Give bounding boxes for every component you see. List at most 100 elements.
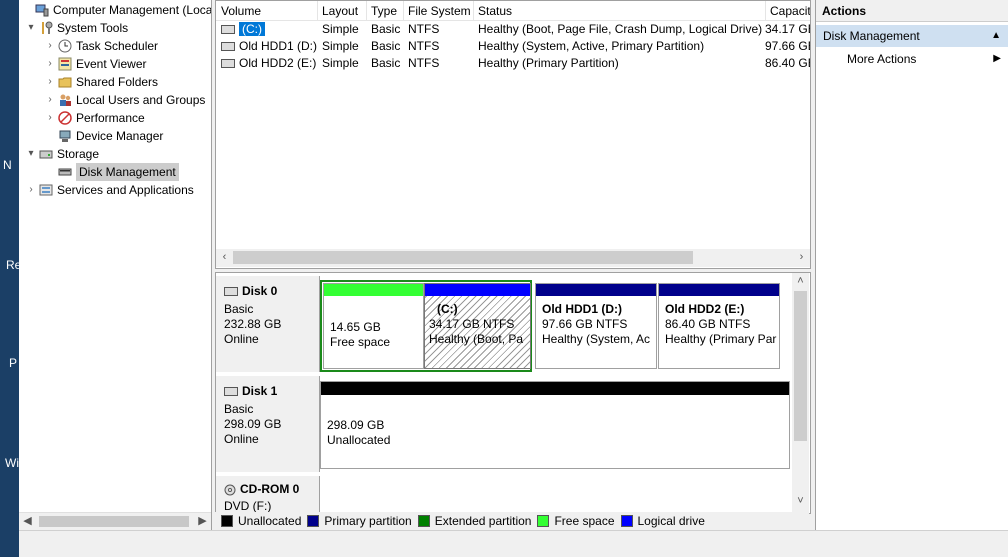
volume-layout: Simple xyxy=(322,56,359,70)
legend-swatch xyxy=(307,514,320,527)
partition-old-hdd2[interactable]: Old HDD2 (E:) 86.40 GB NTFS Healthy (Pri… xyxy=(658,283,780,369)
partition-desc: Healthy (Boot, Pa xyxy=(429,332,524,346)
volume-capacity: 97.66 GB xyxy=(765,39,811,53)
shared-folder-icon xyxy=(58,77,72,88)
disk-icon xyxy=(224,387,238,397)
legend-item: Free space xyxy=(537,513,615,528)
partition-color-bar xyxy=(321,382,789,395)
tree-item-performance[interactable]: › Performance xyxy=(44,109,145,127)
tree-item-label: Performance xyxy=(76,111,145,125)
volume-layout: Simple xyxy=(322,22,359,36)
legend-swatch xyxy=(537,514,550,527)
partition-free-space[interactable]: 14.65 GB Free space xyxy=(323,283,424,369)
tree-item-label: Disk Management xyxy=(76,163,179,181)
partition-old-hdd1[interactable]: Old HDD1 (D:) 97.66 GB NTFS Healthy (Sys… xyxy=(535,283,657,369)
volume-icon xyxy=(221,25,235,35)
scrollbar-thumb[interactable] xyxy=(794,291,807,441)
volume-icon xyxy=(221,42,235,52)
partition-desc: Healthy (System, Ac xyxy=(542,332,651,346)
tree-item-storage[interactable]: ▾ Storage xyxy=(25,145,99,163)
partition-title: (C:) xyxy=(437,302,458,316)
volume-list-horizontal-scrollbar[interactable]: ‹ › xyxy=(216,249,810,267)
partition-unallocated[interactable]: 298.09 GB Unallocated xyxy=(320,381,790,469)
partition-size: 14.65 GB xyxy=(330,320,381,334)
tree-horizontal-scrollbar[interactable]: ◀ ▶ xyxy=(19,512,211,530)
cdrom-0-info[interactable]: CD-ROM 0 DVD (F:) xyxy=(216,476,320,513)
storage-icon xyxy=(39,150,53,159)
column-header-status[interactable]: Status xyxy=(473,1,766,20)
chevron-right-icon[interactable]: › xyxy=(44,109,56,127)
users-icon xyxy=(60,94,71,106)
partition-size: 86.40 GB NTFS xyxy=(665,317,751,331)
volume-status: Healthy (Boot, Page File, Crash Dump, Lo… xyxy=(478,22,763,36)
chevron-right-icon[interactable]: › xyxy=(44,91,56,109)
tree-item-computer-management[interactable]: Computer Management (Local xyxy=(21,1,211,19)
chevron-down-icon[interactable]: ▾ xyxy=(25,19,37,37)
chevron-right-icon[interactable]: › xyxy=(44,37,56,55)
disk-name: Disk 1 xyxy=(242,384,278,398)
tree-item-system-tools[interactable]: ▾ System Tools xyxy=(25,19,128,37)
disk-0-info[interactable]: Disk 0 Basic 232.88 GB Online xyxy=(216,276,320,372)
tree-item-shared-folders[interactable]: › Shared Folders xyxy=(44,73,158,91)
tree-item-local-users-groups[interactable]: › Local Users and Groups xyxy=(44,91,205,109)
column-header-file-system[interactable]: File System xyxy=(403,1,474,20)
actions-section-label: Disk Management xyxy=(823,29,920,43)
volume-list: Volume Layout Type File System Status Ca… xyxy=(215,0,811,269)
table-row[interactable]: Old HDD1 (D:) Simple Basic NTFS Healthy … xyxy=(216,38,811,55)
desktop-icon-label: Wi xyxy=(5,456,19,470)
tree-item-label: Task Scheduler xyxy=(76,39,159,53)
chevron-right-icon[interactable]: › xyxy=(44,55,56,73)
volume-type: Basic xyxy=(371,39,401,53)
scroll-left-icon[interactable]: ‹ xyxy=(216,249,233,266)
partition-size: 34.17 GB NTFS xyxy=(429,317,515,331)
legend-item: Extended partition xyxy=(417,513,532,528)
legend-label: Extended partition xyxy=(434,513,532,528)
scroll-left-icon[interactable]: ◀ xyxy=(19,513,36,530)
disk-status: Online xyxy=(224,432,259,446)
scroll-up-icon[interactable]: ˄ xyxy=(792,273,809,290)
scroll-right-icon[interactable]: › xyxy=(793,249,810,266)
tree-item-device-manager[interactable]: Device Manager xyxy=(44,127,163,145)
collapse-up-icon[interactable]: ▲ xyxy=(991,25,1001,47)
tree-item-services-applications[interactable]: › Services and Applications xyxy=(25,181,193,199)
more-actions-label: More Actions xyxy=(847,52,917,66)
scrollbar-thumb[interactable] xyxy=(39,516,189,527)
chevron-down-icon[interactable]: ▾ xyxy=(25,145,37,163)
scroll-right-icon[interactable]: ▶ xyxy=(194,513,211,530)
scroll-down-icon[interactable]: ˅ xyxy=(792,493,809,510)
disk-name: CD-ROM 0 xyxy=(240,482,300,496)
volume-name: Old HDD2 (E:) xyxy=(239,56,317,70)
legend-swatch xyxy=(417,514,430,527)
table-row[interactable]: Old HDD2 (E:) Simple Basic NTFS Healthy … xyxy=(216,55,810,72)
actions-section-disk-management[interactable]: Disk Management ▲ xyxy=(816,25,1008,47)
table-row[interactable]: (C:) Simple Basic NTFS Healthy (Boot, Pa… xyxy=(216,21,810,38)
volume-list-header: Volume Layout Type File System Status Ca… xyxy=(216,1,810,21)
partition-c[interactable]: (C:) 34.17 GB NTFS Healthy (Boot, Pa xyxy=(424,283,531,369)
submenu-arrow-icon: ▶ xyxy=(993,53,1001,64)
partition-title: Old HDD1 (D:) xyxy=(542,302,622,316)
partition-size: 298.09 GB xyxy=(327,418,385,432)
legend-item: Logical drive xyxy=(620,514,705,528)
partition-title: Old HDD2 (E:) xyxy=(665,302,745,316)
disk-icon xyxy=(224,287,238,297)
tree-item-task-scheduler[interactable]: › Task Scheduler xyxy=(44,37,158,55)
legend-label: Primary partition xyxy=(324,513,412,528)
scrollbar-thumb[interactable] xyxy=(233,251,693,264)
chevron-right-icon[interactable]: › xyxy=(44,73,56,91)
disk-map-vertical-scrollbar[interactable]: ˄ ˅ xyxy=(792,273,809,513)
column-header-capacity[interactable]: Capacity xyxy=(765,1,810,20)
more-actions-menu[interactable]: More Actions ▶ xyxy=(816,49,1008,69)
partition-color-bar xyxy=(659,284,779,296)
column-header-volume[interactable]: Volume xyxy=(216,1,318,20)
chevron-right-icon[interactable]: › xyxy=(25,181,37,199)
tree-item-event-viewer[interactable]: › Event Viewer xyxy=(44,55,146,73)
services-icon xyxy=(39,184,53,196)
actions-title: Actions xyxy=(816,0,1008,22)
console-tree: Computer Management (Local ▾ System Tool… xyxy=(19,0,212,530)
disk-1-info[interactable]: Disk 1 Basic 298.09 GB Online xyxy=(216,376,320,472)
column-header-type[interactable]: Type xyxy=(366,1,404,20)
legend-label: Free space xyxy=(554,513,615,528)
tree-item-disk-management[interactable]: Disk Management xyxy=(44,163,179,181)
disk-icon xyxy=(58,168,72,176)
column-header-layout[interactable]: Layout xyxy=(317,1,367,20)
